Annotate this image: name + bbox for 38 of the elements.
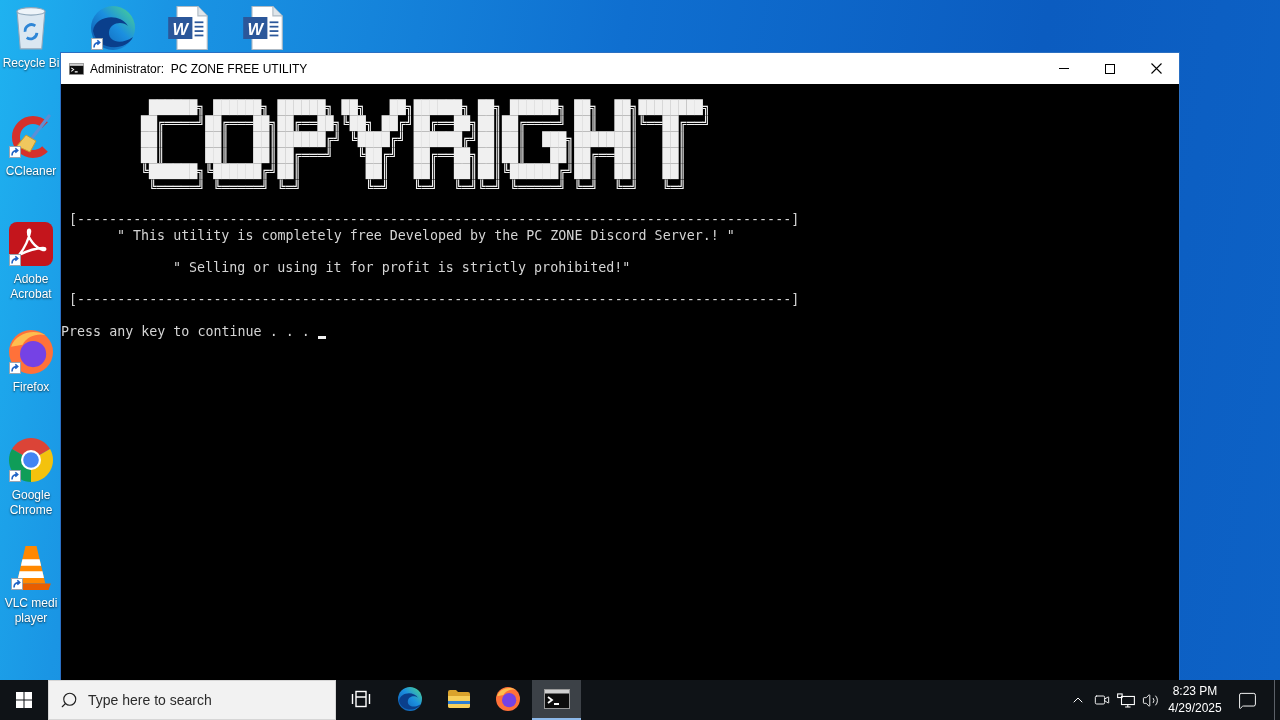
taskbar-app-button[interactable]: [532, 680, 581, 720]
firefox-icon: [495, 687, 520, 711]
prompt-text: Press any key to continue . . .: [61, 324, 310, 340]
terminal-icon: [69, 62, 84, 75]
swirl-logo-icon: [397, 687, 422, 711]
speech-bubble-icon[interactable]: [1237, 690, 1257, 710]
desktop-shortcut[interactable]: Recycle Bi: [2, 6, 60, 71]
clock-time: 8:23 PM: [1172, 683, 1218, 700]
terminal-icon: [543, 689, 570, 709]
windows-logo-icon: [16, 692, 32, 708]
desktop-shortcut[interactable]: VLC medi player: [2, 546, 60, 626]
recycle-bin-icon: [16, 6, 46, 50]
swirl-logo-icon[interactable]: [90, 6, 135, 50]
clock-date: 4/29/2025: [1168, 700, 1222, 717]
desktop-shortcut[interactable]: CCleaner: [2, 114, 60, 179]
dashed-separator: [-----------------------------------------------------------------------------------------]: [69, 212, 800, 228]
speaker-icon[interactable]: [1141, 691, 1159, 709]
banner-text: ██████╗ ██████╗ ██████╗ ██╗ ██╗██████╗ ██╗ ██████╗ ██╗ ██╗████████╗ ██╔════╝██╔═══██╗██╔══██╗╚██╗ ██╔╝██╔══██╗██║██╔════╝ ██║ ██║╚══██╔══╝ ██║ ██║ ██║██████╔╝ ╚████╔╝ ██████╔╝██║██║ ███╗███████║ ██║ ██║ ██║ ██║██╔═══╝ ╚██╔╝ ██╔══██╗██║██║ ██║██╔══██║ ██║ ╚██████╗╚██████╔╝██║ ██║ ██║ ██║██║╚██████╔╝██║ ██║ ██║ ╚═════╝ ╚═════╝ ╚═╝ ╚═╝ ╚═╝ ╚═╝╚═╝ ╚═════╝ ╚═╝ ╚═╝ ╚═╝: [141, 100, 711, 196]
desktop-shortcut[interactable]: Adobe Acrobat: [2, 222, 60, 302]
search-field[interactable]: Type here to search: [48, 680, 336, 720]
desktop-shortcut[interactable]: Google Chrome: [2, 438, 60, 518]
window-title: Administrator: PC ZONE FREE UTILITY: [90, 60, 308, 78]
folder-icon: [446, 689, 471, 709]
dashed-separator: [-----------------------------------------------------------------------------------------]: [69, 292, 800, 308]
ccleaner-icon: [9, 114, 53, 158]
task-view-icon: [350, 689, 371, 709]
notice-text: " Selling or using it for profit is strictly prohibited!": [173, 260, 631, 276]
close-icon: [1150, 63, 1162, 74]
monitor-icon[interactable]: [1117, 692, 1135, 708]
notice-text: " This utility is completely free Developed by the PC ZONE Discord Server.! ": [117, 228, 735, 244]
firefox-icon: [9, 330, 53, 374]
search-icon: [60, 691, 78, 709]
desktop-shortcut[interactable]: Firefox: [2, 330, 60, 395]
camera-icon[interactable]: [1094, 692, 1110, 708]
maximize-icon: [1105, 63, 1115, 74]
chrome-icon: [9, 438, 53, 482]
acrobat-icon: [9, 222, 53, 266]
minimize-icon: [1059, 68, 1069, 69]
